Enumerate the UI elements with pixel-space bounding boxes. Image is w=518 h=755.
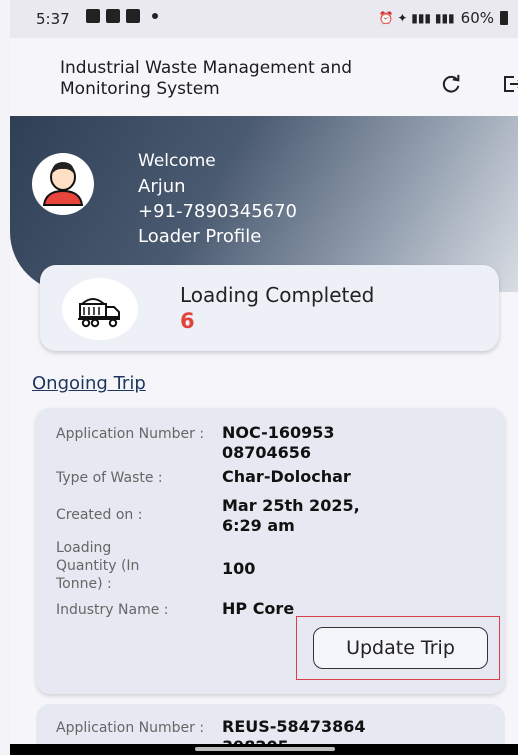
welcome-text: Welcome	[138, 151, 216, 171]
status-bar: 5:37 ⏰ ✦ ▮▮▮ ▮▮▮ 60%	[10, 0, 518, 38]
update-trip-highlight: Update Trip	[296, 616, 500, 680]
user-icon	[42, 162, 84, 206]
user-role: Loader Profile	[138, 226, 262, 247]
quantity-value: 100	[222, 559, 256, 578]
phone-screen: 5:37 ⏰ ✦ ▮▮▮ ▮▮▮ 60% Industrial Waste Ma…	[10, 0, 518, 755]
quantity-label: Loading Quantity (In Tonne) :	[56, 540, 140, 592]
status-time: 5:37	[36, 10, 70, 28]
industry-label: Industry Name :	[56, 602, 169, 618]
waste-type-label: Type of Waste :	[56, 470, 163, 486]
truck-icon-wrapper	[62, 278, 138, 340]
loading-completed-card[interactable]: Loading Completed 6	[40, 265, 499, 351]
ongoing-trip-link[interactable]: Ongoing Trip	[32, 373, 146, 394]
battery-percent: 60%	[460, 9, 494, 27]
created-on-value: Mar 25th 2025, 6:29 am	[222, 496, 360, 535]
application-number-value: NOC-16095308704656	[222, 423, 335, 462]
app-title: Industrial Waste Management and Monitori…	[60, 58, 353, 99]
app-bar: Industrial Waste Management and Monitori…	[10, 38, 518, 116]
update-trip-button[interactable]: Update Trip	[313, 627, 488, 669]
application-number-label-2: Application Number :	[56, 720, 205, 736]
refresh-icon[interactable]	[440, 73, 462, 95]
loading-completed-count: 6	[180, 309, 195, 333]
user-phone: +91-7890345670	[138, 201, 298, 222]
loading-completed-label: Loading Completed	[180, 283, 375, 307]
trip-card: Application Number : NOC-16095308704656 …	[36, 408, 505, 694]
profile-info: Welcome Arjun +91-7890345670 Loader Prof…	[138, 149, 297, 249]
calendar-icon	[126, 9, 140, 23]
waste-type-value: Char-Dolochar	[222, 467, 351, 486]
notification-icons	[86, 9, 158, 23]
dot-icon	[152, 13, 158, 19]
application-number-label: Application Number :	[56, 426, 205, 442]
avatar	[32, 153, 94, 215]
created-on-label: Created on :	[56, 507, 143, 523]
signal-icons: ⏰ ✦ ▮▮▮ ▮▮▮ 60%	[379, 9, 508, 27]
logout-icon[interactable]	[502, 74, 518, 94]
message-icon	[86, 9, 100, 23]
truck-icon	[78, 298, 120, 328]
battery-icon	[500, 11, 508, 25]
image-icon	[106, 9, 120, 23]
user-name: Arjun	[138, 176, 186, 197]
home-gesture-bar[interactable]	[195, 747, 335, 751]
